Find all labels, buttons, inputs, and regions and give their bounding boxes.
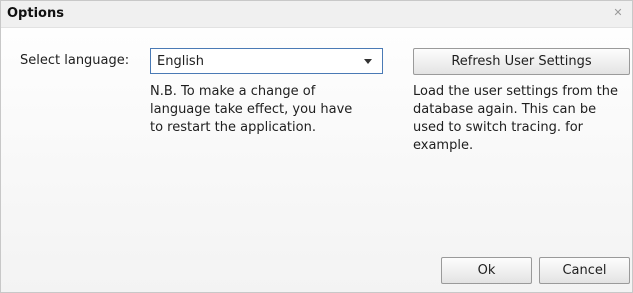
- cancel-button-label: Cancel: [562, 263, 607, 278]
- ok-button[interactable]: Ok: [441, 257, 532, 284]
- dialog-title: Options: [7, 6, 64, 21]
- ok-button-label: Ok: [477, 263, 496, 278]
- cancel-button[interactable]: Cancel: [539, 257, 630, 284]
- language-select[interactable]: English: [150, 48, 383, 74]
- chevron-down-icon: [364, 59, 372, 64]
- language-select-value: English: [157, 54, 204, 69]
- language-restart-note: N.B. To make a change of language take e…: [150, 84, 353, 135]
- title-bar: Options ✕: [1, 1, 632, 28]
- refresh-button-label: Refresh User Settings: [451, 54, 592, 69]
- select-language-label: Select language:: [20, 53, 130, 68]
- close-icon[interactable]: ✕: [612, 7, 624, 19]
- refresh-description: Load the user settings from the database…: [413, 84, 618, 153]
- refresh-user-settings-button[interactable]: Refresh User Settings: [413, 48, 630, 75]
- options-dialog: Options ✕ Select language: English N.B. …: [0, 0, 633, 293]
